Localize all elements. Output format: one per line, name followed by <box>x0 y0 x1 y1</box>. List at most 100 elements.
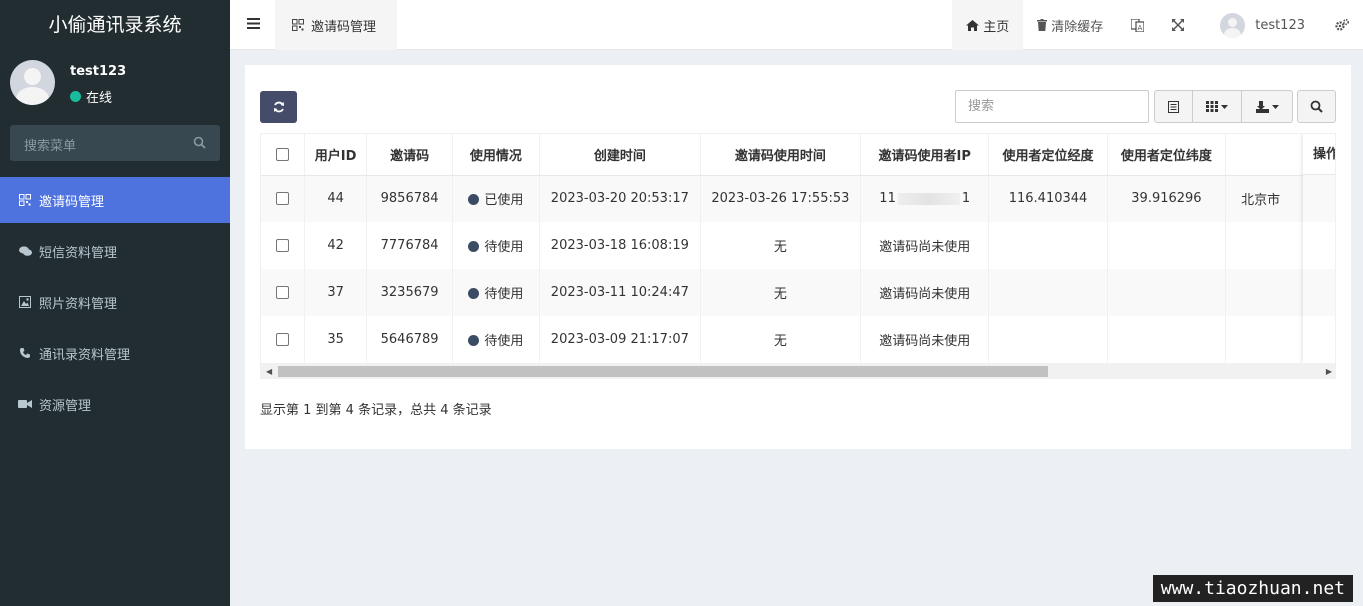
usage-status-cell: 待使用 <box>452 222 541 269</box>
scroll-right-icon[interactable]: ▶ <box>1326 367 1332 376</box>
select-all-checkbox[interactable] <box>275 147 289 161</box>
data-table-container: 用户ID 邀请码 使用情况 创建时间 邀请码使用时间 邀请码使用者IP 使用者定… <box>260 133 1336 379</box>
tab-invite-code[interactable]: 邀请码管理 <box>275 0 397 50</box>
qrcode-icon <box>292 19 304 31</box>
tab-label: 邀请码管理 <box>311 19 377 35</box>
home-button[interactable]: 主页 <box>952 0 1024 50</box>
sidebar-item-invite-code[interactable]: 邀请码管理 <box>0 177 230 223</box>
row-checkbox[interactable] <box>275 239 289 252</box>
invite-code-table: 用户ID 邀请码 使用情况 创建时间 邀请码使用时间 邀请码使用者IP 使用者定… <box>261 134 1335 363</box>
list-icon <box>1168 100 1179 113</box>
phone-icon <box>18 346 32 360</box>
export-dropdown-button[interactable] <box>1242 91 1292 122</box>
col-created-time[interactable]: 创建时间 <box>539 134 701 176</box>
table-row[interactable]: 42 7776784 待使用 2023-03-18 16:08:19 无 邀请码… <box>261 222 1335 269</box>
usage-status-cell: 待使用 <box>452 316 541 363</box>
table-row[interactable]: 35 5646789 待使用 2023-03-09 21:17:07 无 邀请码… <box>261 316 1335 363</box>
user-id-cell: 37 <box>304 269 368 316</box>
col-user-ip[interactable]: 邀请码使用者IP <box>860 134 990 176</box>
sidebar-item-photos[interactable]: 照片资料管理 <box>0 279 230 325</box>
operation-cell <box>1303 316 1335 363</box>
operation-cell <box>1303 269 1335 316</box>
row-checkbox[interactable] <box>275 333 289 346</box>
city-label: 北京市 <box>1241 193 1281 209</box>
created-time-cell: 2023-03-20 20:53:17 <box>539 175 701 222</box>
user-ip-cell: 邀请码尚未使用 <box>860 222 990 269</box>
sidebar-item-label: 邀请码管理 <box>39 194 105 210</box>
created-time-cell: 2023-03-18 16:08:19 <box>539 222 701 269</box>
sidebar-item-sms[interactable]: 短信资料管理 <box>0 228 230 274</box>
longitude-cell <box>988 269 1108 316</box>
ip-prefix: 11 <box>879 191 896 207</box>
fullscreen-icon <box>1172 19 1185 31</box>
sidebar-menu: 邀请码管理 短信资料管理 照片资料管理 通讯录资料管理 资源管理 <box>0 177 230 432</box>
row-checkbox[interactable] <box>275 192 289 206</box>
image-icon <box>18 295 32 309</box>
advanced-search-button[interactable] <box>1297 90 1336 123</box>
operation-cell <box>1303 222 1335 269</box>
invite-code-cell: 5646789 <box>366 316 453 363</box>
col-usage-status[interactable]: 使用情况 <box>452 134 541 176</box>
used-time-cell: 无 <box>700 222 862 269</box>
row-select-cell <box>261 175 305 222</box>
invite-code-cell: 3235679 <box>366 269 453 316</box>
pagination-summary: 显示第 1 到第 4 条记录，总共 4 条记录 <box>260 403 492 418</box>
svg-text:A: A <box>1138 24 1143 32</box>
columns-dropdown-button[interactable] <box>1193 91 1242 122</box>
settings-button[interactable] <box>1319 0 1363 50</box>
translate-icon: A <box>1131 18 1145 32</box>
sidebar-item-label: 资源管理 <box>39 398 92 414</box>
sidebar-item-label: 照片资料管理 <box>39 296 118 312</box>
menu-toggle-icon[interactable] <box>247 18 260 33</box>
clear-cache-label: 清除缓存 <box>1051 19 1104 35</box>
col-invite-code[interactable]: 邀请码 <box>366 134 453 176</box>
fullscreen-button[interactable] <box>1158 0 1198 50</box>
app-title: 小偷通讯录系统 <box>0 0 230 50</box>
status-dot-icon <box>468 241 480 252</box>
table-search-input[interactable]: 搜索 <box>955 90 1149 123</box>
col-used-time[interactable]: 邀请码使用时间 <box>700 134 862 176</box>
table-row[interactable]: 37 3235679 待使用 2023-03-11 10:24:47 无 邀请码… <box>261 269 1335 316</box>
row-checkbox[interactable] <box>275 286 289 299</box>
usage-status-label: 已使用 <box>484 193 524 209</box>
user-id-cell: 35 <box>304 316 368 363</box>
usage-status-label: 待使用 <box>484 287 524 302</box>
toggle-view-button[interactable] <box>1155 91 1193 122</box>
col-latitude[interactable]: 使用者定位纬度 <box>1107 134 1227 176</box>
status-dot-icon <box>468 194 480 206</box>
caret-down-icon <box>1271 104 1279 109</box>
table-toolbar <box>1154 90 1293 123</box>
search-icon <box>1310 100 1323 113</box>
home-icon <box>966 19 980 31</box>
scrollbar-thumb[interactable] <box>278 366 1048 377</box>
sidebar-item-contacts[interactable]: 通讯录资料管理 <box>0 330 230 376</box>
sidebar-item-resources[interactable]: 资源管理 <box>0 381 230 427</box>
clear-cache-button[interactable]: 清除缓存 <box>1023 0 1117 50</box>
col-user-id[interactable]: 用户ID <box>304 134 368 176</box>
usage-status-label: 待使用 <box>484 240 524 255</box>
header-actions: 主页 清除缓存 A test123 <box>952 0 1363 50</box>
latitude-cell <box>1107 222 1227 269</box>
usage-status-cell: 待使用 <box>452 269 541 316</box>
row-select-cell <box>261 222 305 269</box>
used-time-cell: 无 <box>700 269 862 316</box>
usage-status-cell: 已使用 <box>452 175 541 222</box>
translate-button[interactable]: A <box>1117 0 1158 50</box>
user-id-cell: 44 <box>304 175 368 222</box>
content-panel: 搜索 用户ID 邀请码 使用情况 创建时间 邀请码使用时间 邀请码使用者IP 使… <box>245 65 1351 449</box>
table-row[interactable]: 44 9856784 已使用 2023-03-20 20:53:17 2023-… <box>261 175 1335 222</box>
row-select-cell <box>261 269 305 316</box>
user-menu[interactable]: test123 <box>1198 0 1319 50</box>
col-longitude[interactable]: 使用者定位经度 <box>988 134 1108 176</box>
menu-search-input[interactable]: 搜索菜单 <box>10 125 220 161</box>
scroll-left-icon[interactable]: ◀ <box>266 367 272 376</box>
video-camera-icon <box>18 397 32 411</box>
download-icon <box>1255 100 1269 113</box>
search-icon[interactable] <box>193 136 206 153</box>
trash-icon <box>1037 19 1048 31</box>
horizontal-scrollbar[interactable]: ◀ ▶ <box>261 363 1335 378</box>
refresh-icon <box>273 101 285 113</box>
operation-cell <box>1303 175 1335 222</box>
latitude-cell: 39.916296 <box>1107 175 1227 222</box>
refresh-button[interactable] <box>260 91 297 123</box>
